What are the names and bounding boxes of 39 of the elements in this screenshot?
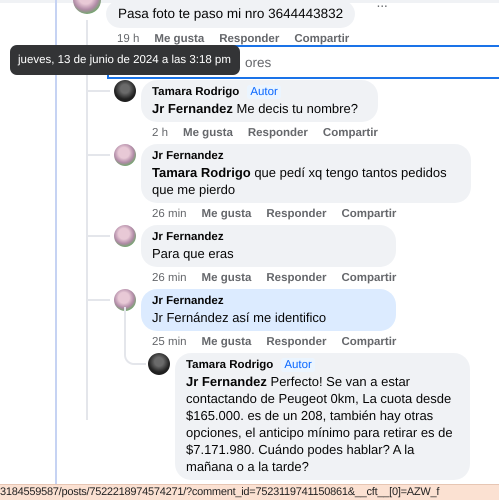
avatar[interactable] [148,353,170,375]
action-link[interactable]: Me gusta [202,272,252,284]
timestamp-link[interactable]: 25 min [152,336,187,348]
author-name[interactable]: Jr Fernandez [152,295,224,307]
author-badge: Autor [247,85,281,99]
status-bar-url: 3184559587/posts/7522218974574271/?comment_id=7523119741150861&__cft__[0]=AZW_f [0,484,499,500]
action-link[interactable]: Responder [266,208,326,220]
comment-bubble: Pasa foto te paso mi nro 3644443832 [106,0,356,28]
author-name[interactable]: Jr Fernandez [152,150,224,162]
action-link[interactable]: Me gusta [202,208,252,220]
author-badge: Autor [281,358,315,372]
comment-text: Jr Fernández así me identifico [152,309,328,326]
timestamp-link[interactable]: 2 h [152,126,168,138]
action-link[interactable]: Responder [219,32,280,44]
author-name[interactable]: Tamara Rodrigo [186,359,274,371]
action-link[interactable]: Responder [248,126,308,138]
tooltip: jueves, 13 de junio de 2024 a las 3:18 pm [10,45,240,75]
action-link[interactable]: Me gusta [183,126,233,138]
comment-text: Jr Fernandez Perfecto! Se van a estar contactando de Peugeot 0km, La cuota desde $165.000. es de un 208, también hay otras opciones, el anticipo mínimo para retirar es de $7.171.980. Cuándo podes hablar? A la mañana o a la tarde? [186,373,454,475]
action-link[interactable]: Compartir [341,208,396,220]
thread-connector [124,307,146,365]
action-link[interactable]: Me gusta [154,32,204,44]
action-link[interactable]: Me gusta [202,336,252,348]
comment-text: Para que eras [152,245,235,262]
timestamp-link[interactable]: 26 min [152,272,187,284]
comment-text: Tamara Rodrigo que pedí xq tengo tantos pedidos que me pierdo [152,164,448,198]
comment-text: Jr Fernandez Me decis tu nombre? [152,100,359,117]
action-link[interactable]: Compartir [294,32,350,44]
action-link[interactable]: Compartir [341,272,396,284]
action-link[interactable]: Compartir [341,336,396,348]
avatar[interactable] [114,80,136,102]
action-link[interactable]: Responder [266,272,326,284]
action-link[interactable]: Responder [266,336,326,348]
author-name[interactable]: Tamara Rodrigo [152,86,240,98]
action-link[interactable]: Compartir [322,126,378,138]
timestamp-link[interactable]: 19 h [117,32,140,44]
author-name[interactable]: Jr Fernandez [152,231,224,243]
timestamp-link[interactable]: 26 min [152,208,187,220]
more-button[interactable]: ··· [376,0,388,10]
